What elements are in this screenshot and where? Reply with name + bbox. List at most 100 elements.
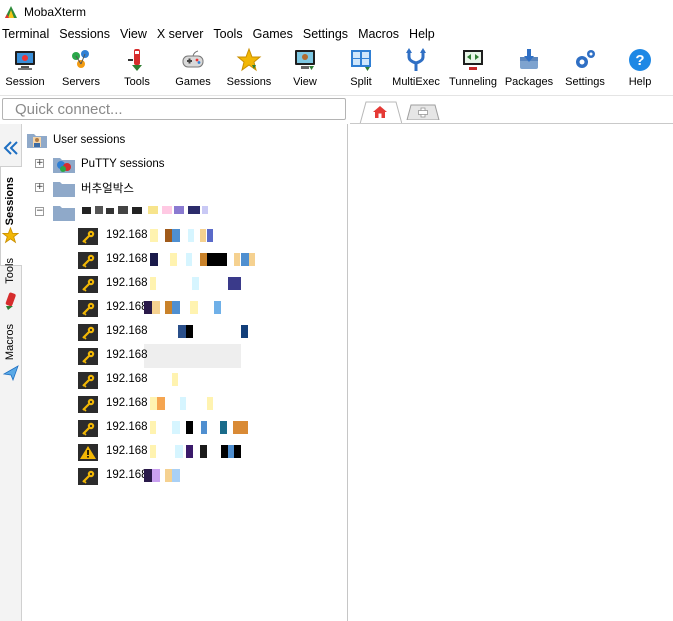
session-item[interactable] <box>78 441 98 463</box>
redacted-text-block <box>150 277 156 290</box>
session-tree-panel: User sessions + PuTTY sessions + 버추얼박스 − <box>22 124 348 621</box>
macros-side-tab-label: Macros <box>4 324 16 361</box>
warning-icon <box>78 443 98 461</box>
redacted-text-block <box>207 397 213 410</box>
redacted-text-block <box>200 445 207 458</box>
redacted-text-block <box>172 301 180 314</box>
session-label: 192.168 <box>106 253 148 265</box>
title-bar: MobaXterm <box>0 0 673 24</box>
collapse-redacted-folder[interactable]: − <box>35 207 44 216</box>
quick-connect-box <box>2 98 346 120</box>
tools-side-tab-icon <box>5 292 16 310</box>
collapse-sidebar-icon[interactable] <box>2 139 20 157</box>
redacted-text-block <box>220 421 227 434</box>
redacted-text-block <box>186 421 193 434</box>
toolbar-help-button[interactable]: ? Help <box>620 44 660 96</box>
toolbar-settings-button[interactable]: Settings <box>562 44 608 96</box>
toolbar-games-button[interactable]: Games <box>172 44 214 96</box>
virtualbox-folder-label: 버추얼박스 <box>81 183 134 195</box>
menu-macros[interactable]: Macros <box>356 27 405 41</box>
redacted-text-block <box>214 301 221 314</box>
tree-root-user-sessions[interactable]: User sessions <box>26 129 125 151</box>
view-icon <box>295 50 315 70</box>
session-item[interactable] <box>78 297 98 319</box>
redacted-text-block <box>234 445 241 458</box>
help-icon: ? <box>629 49 651 71</box>
menu-terminal[interactable]: Terminal <box>0 27 55 41</box>
session-label: 192.168 <box>106 229 148 241</box>
menu-settings[interactable]: Settings <box>301 27 354 41</box>
quick-connect-input[interactable] <box>3 99 345 119</box>
session-item[interactable] <box>78 417 98 439</box>
menu-tools[interactable]: Tools <box>211 27 248 41</box>
toolbar-view-button[interactable]: View <box>286 44 324 96</box>
redacted-text-block <box>249 253 255 266</box>
toolbar-split-button[interactable]: Split <box>342 44 380 96</box>
menu-view[interactable]: View <box>118 27 153 41</box>
session-item[interactable] <box>78 225 98 247</box>
mobaxterm-logo-icon <box>5 6 17 18</box>
session-label: 192.168 <box>106 349 148 361</box>
redacted-text-block <box>150 445 156 458</box>
redacted-text-block <box>170 253 177 266</box>
redacted-text-block <box>207 229 213 242</box>
session-label: 192.168 <box>106 301 148 313</box>
redacted-text-block <box>172 229 180 242</box>
redacted-text-block <box>186 445 193 458</box>
session-label: 192.168 <box>106 277 148 289</box>
new-tab-button[interactable] <box>406 104 440 120</box>
main-terminal-area <box>349 124 673 621</box>
toolbar-session-button[interactable]: Session <box>2 44 48 96</box>
tree-group-virtualbox[interactable]: 버추얼박스 <box>52 177 134 199</box>
session-item[interactable] <box>78 345 98 367</box>
menu-x-server[interactable]: X server <box>155 27 210 41</box>
session-item[interactable] <box>78 369 98 391</box>
menu-help[interactable]: Help <box>407 27 441 41</box>
ssh-key-icon <box>78 299 98 317</box>
redacted-text-block <box>228 277 241 290</box>
ssh-key-icon <box>78 323 98 341</box>
session-item[interactable] <box>78 393 98 415</box>
menu-sessions[interactable]: Sessions <box>57 27 116 41</box>
favorites-star-icon[interactable] <box>2 227 19 244</box>
toolbar-servers-button[interactable]: Servers <box>58 44 104 96</box>
redacted-text-block <box>192 277 199 290</box>
redacted-text-block <box>188 229 194 242</box>
redacted-text-block <box>190 301 198 314</box>
toolbar-multiexec-button[interactable]: MultiExec <box>392 44 440 96</box>
side-tab-bar: Sessions Tools Macros <box>0 124 22 621</box>
putty-sessions-label: PuTTY sessions <box>81 158 165 170</box>
expand-putty-sessions[interactable]: + <box>35 159 44 168</box>
redacted-text-block <box>150 397 157 410</box>
servers-icon <box>72 50 89 68</box>
expand-virtualbox-folder[interactable]: + <box>35 183 44 192</box>
toolbar-packages-button[interactable]: Packages <box>504 44 554 96</box>
redacted-text-block <box>200 229 206 242</box>
session-item[interactable] <box>78 465 98 487</box>
redacted-text-block <box>200 253 207 266</box>
menu-games[interactable]: Games <box>251 27 299 41</box>
redacted-text-block <box>172 421 180 434</box>
tools-side-tab[interactable]: Tools <box>0 248 22 312</box>
redacted-text-block <box>172 373 178 386</box>
session-label: 192.168 <box>106 325 148 337</box>
toolbar-sessions-button[interactable]: Sessions <box>226 44 272 96</box>
toolbar-tunneling-button[interactable]: Tunneling <box>448 44 498 96</box>
session-item[interactable] <box>78 321 98 343</box>
session-item[interactable] <box>78 273 98 295</box>
redacted-text-block <box>144 469 152 482</box>
redacted-text-block <box>201 421 207 434</box>
ssh-key-icon <box>78 371 98 389</box>
tab-strip <box>350 98 673 124</box>
tree-group-redacted[interactable] <box>52 201 81 223</box>
toolbar-tools-button[interactable]: Tools <box>116 44 158 96</box>
macros-side-tab[interactable]: Macros <box>0 320 22 390</box>
redacted-text-block <box>150 229 158 242</box>
ssh-key-icon <box>78 347 98 365</box>
tree-group-putty-sessions[interactable]: PuTTY sessions <box>52 153 165 175</box>
session-icon <box>15 51 35 70</box>
session-item[interactable] <box>78 249 98 271</box>
redacted-text-block <box>150 253 158 266</box>
home-tab[interactable] <box>358 100 402 124</box>
redacted-text-block <box>178 325 186 338</box>
